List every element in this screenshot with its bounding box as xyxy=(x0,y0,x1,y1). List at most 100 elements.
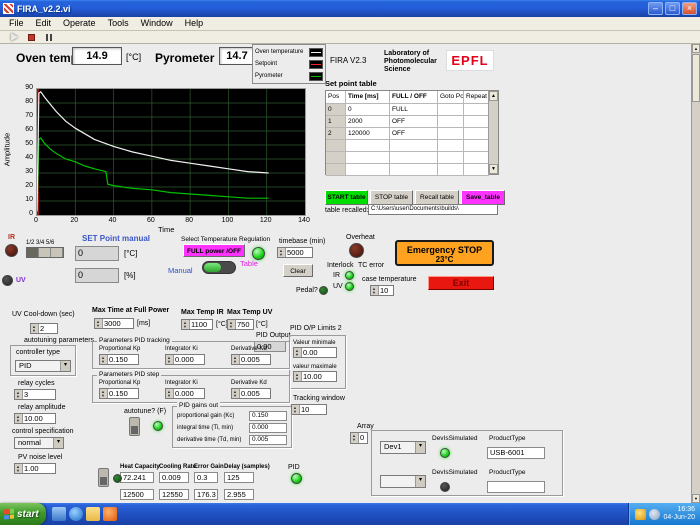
step-kd-input[interactable]: 0.005 xyxy=(231,388,271,399)
tracking-window-input[interactable]: 10 xyxy=(291,404,327,415)
table-cell[interactable] xyxy=(326,152,346,164)
relay-cycles-input[interactable]: 3 xyxy=(14,389,56,400)
autotune-toggle[interactable] xyxy=(129,417,140,436)
tracking-kd-input[interactable]: 0.005 xyxy=(231,354,271,365)
table-cell[interactable]: FULL xyxy=(390,104,438,116)
ir-led[interactable] xyxy=(5,244,18,257)
table-cell[interactable] xyxy=(390,140,438,152)
table-cell[interactable] xyxy=(438,164,464,176)
table-cell[interactable] xyxy=(464,140,489,152)
timebase-input[interactable]: 5000 xyxy=(277,247,313,258)
heat-value-r1[interactable]: 125 xyxy=(224,472,254,483)
recall-table-button[interactable]: Recall table xyxy=(415,190,459,205)
table-cell[interactable] xyxy=(390,152,438,164)
menu-tools[interactable]: Tools xyxy=(102,17,135,30)
pid-limit-max-input[interactable]: 10.00 xyxy=(293,371,337,382)
max-time-input[interactable]: 3000 xyxy=(94,318,134,329)
lamp-pair-selector[interactable] xyxy=(26,247,64,258)
emergency-stop-button[interactable]: Emergency STOP 23°C xyxy=(395,240,494,266)
abort-icon[interactable] xyxy=(25,32,38,43)
relay-amplitude-input[interactable]: 10.00 xyxy=(14,413,56,424)
table-cell[interactable]: 2 xyxy=(326,128,346,140)
menu-help[interactable]: Help xyxy=(179,17,210,30)
table-cell[interactable] xyxy=(346,140,390,152)
uv-cooldown-input[interactable]: 2 xyxy=(30,323,58,334)
table-cell[interactable] xyxy=(346,152,390,164)
manual-temp-value[interactable]: 0 xyxy=(75,246,119,261)
heat-value-r2[interactable]: 2.955 xyxy=(224,489,254,500)
start-button[interactable]: start xyxy=(0,503,46,525)
table-cell[interactable] xyxy=(438,140,464,152)
heat-value-r1[interactable]: 0.3 xyxy=(194,472,218,483)
table-cell[interactable]: 0 xyxy=(346,104,390,116)
heat-value-r2[interactable]: 12500 xyxy=(120,489,154,500)
step-ki-input[interactable]: 0.000 xyxy=(165,388,205,399)
scroll-down-icon[interactable] xyxy=(692,494,700,503)
maximize-icon[interactable] xyxy=(665,2,680,15)
vertical-scrollbar[interactable] xyxy=(691,44,700,503)
menu-edit[interactable]: Edit xyxy=(30,17,58,30)
device-selector-1[interactable]: Dev1 xyxy=(380,441,426,454)
volume-icon[interactable] xyxy=(649,509,660,520)
table-cell[interactable]: OFF xyxy=(390,128,438,140)
table-cell[interactable] xyxy=(438,128,464,140)
media-icon[interactable] xyxy=(103,507,117,521)
save-table-button[interactable]: Save_table xyxy=(461,190,505,205)
menu-file[interactable]: File xyxy=(3,17,30,30)
shield-icon[interactable] xyxy=(635,509,646,520)
case-temp-input[interactable]: 10 xyxy=(370,285,394,296)
max-temp-ir-input[interactable]: 1100 xyxy=(181,319,213,330)
tracking-ki-input[interactable]: 0.000 xyxy=(165,354,205,365)
array-index-input[interactable]: 0 xyxy=(350,432,368,444)
manual-table-toggle[interactable] xyxy=(202,261,236,274)
table-cell[interactable] xyxy=(464,164,489,176)
pv-noise-input[interactable]: 1.00 xyxy=(14,463,56,474)
pid-limit-min-input[interactable]: 0.00 xyxy=(293,347,337,358)
scroll-up-icon[interactable] xyxy=(489,91,498,101)
heat-value-r1[interactable]: 0.009 xyxy=(159,472,189,483)
heat-value-r2[interactable]: 176.3 xyxy=(194,489,218,500)
max-temp-uv-input[interactable]: 750 xyxy=(227,319,254,330)
table-cell[interactable] xyxy=(438,152,464,164)
table-cell[interactable]: 2000 xyxy=(346,116,390,128)
table-cell[interactable] xyxy=(438,104,464,116)
tracking-kp-input[interactable]: 0.150 xyxy=(99,354,139,365)
manual-power-value[interactable]: 0 xyxy=(75,268,119,283)
stop-table-button[interactable]: STOP table xyxy=(370,190,413,205)
scrollbar-thumb[interactable] xyxy=(692,54,700,102)
minimize-icon[interactable] xyxy=(648,2,663,15)
ie-icon[interactable] xyxy=(69,507,83,521)
table-cell[interactable] xyxy=(438,116,464,128)
clear-button[interactable]: Clear xyxy=(283,264,313,277)
device-selector-2[interactable] xyxy=(380,475,426,488)
uv-led[interactable] xyxy=(2,275,13,286)
scroll-up-icon[interactable] xyxy=(692,44,700,53)
table-cell[interactable] xyxy=(464,152,489,164)
control-spec-select[interactable]: normal xyxy=(14,437,64,449)
folder-icon[interactable] xyxy=(86,507,100,521)
desktop-icon[interactable] xyxy=(52,507,66,521)
menu-window[interactable]: Window xyxy=(135,17,179,30)
table-cell[interactable] xyxy=(326,140,346,152)
table-recalled-path[interactable]: C:\Users\user\Documents\builds\ xyxy=(368,204,498,215)
table-cell[interactable] xyxy=(346,164,390,176)
start-table-button[interactable]: START table xyxy=(325,190,368,205)
scroll-down-icon[interactable] xyxy=(489,164,498,174)
table-cell[interactable] xyxy=(464,128,489,140)
table-cell[interactable]: 120000 xyxy=(346,128,390,140)
close-icon[interactable] xyxy=(682,2,697,15)
table-scrollbar[interactable] xyxy=(488,91,498,174)
table-cell[interactable] xyxy=(326,164,346,176)
table-cell[interactable] xyxy=(464,104,489,116)
run-icon[interactable] xyxy=(8,32,21,43)
step-kp-input[interactable]: 0.150 xyxy=(99,388,139,399)
controller-type-select[interactable]: PID xyxy=(15,360,71,372)
menu-operate[interactable]: Operate xyxy=(57,17,102,30)
table-cell[interactable]: 0 xyxy=(326,104,346,116)
pedal-led[interactable] xyxy=(319,286,328,295)
table-cell[interactable]: 1 xyxy=(326,116,346,128)
heat-model-toggle[interactable] xyxy=(98,468,109,487)
table-cell[interactable] xyxy=(390,164,438,176)
heat-value-r1[interactable]: 72.241 xyxy=(120,472,154,483)
table-cell[interactable]: OFF xyxy=(390,116,438,128)
